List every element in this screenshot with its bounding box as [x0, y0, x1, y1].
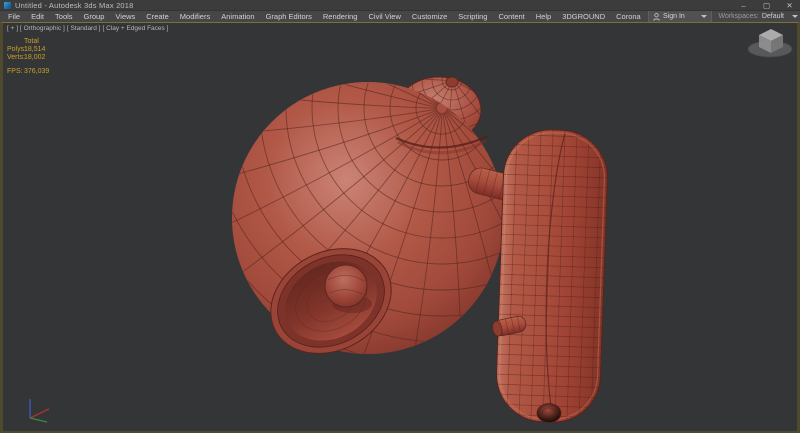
stats-fps-label: FPS:	[7, 68, 24, 76]
stats-verts-label: Verts:	[7, 54, 24, 62]
menu-tools[interactable]: Tools	[55, 12, 73, 21]
viewport-statistics: Total Polys: 18,514 Verts: 18,002 FPS: 3…	[7, 38, 49, 76]
viewport-menu-pov[interactable]: [ Orthographic ]	[20, 25, 65, 32]
menu-edit[interactable]: Edit	[31, 12, 44, 21]
stats-total-label: Total	[24, 38, 39, 46]
main-menus: File Edit Tools Group Views Create Modif…	[0, 12, 686, 21]
model-bottom-nub	[537, 404, 561, 423]
title-bar: Untitled - Autodesk 3ds Max 2018 – ▢ ✕	[0, 0, 800, 11]
menu-animation[interactable]: Animation	[221, 12, 254, 21]
viewcube[interactable]	[748, 29, 792, 57]
axis-x	[30, 409, 49, 418]
viewport[interactable]: [ + ] [ Orthographic ] [ Standard ] [ Cl…	[0, 22, 800, 433]
model-backplate	[491, 126, 613, 426]
menu-create[interactable]: Create	[146, 12, 169, 21]
viewport-menu-shading-mode[interactable]: [ Clay + Edged Faces ]	[102, 25, 168, 32]
viewport-label: [ + ] [ Orthographic ] [ Standard ] [ Cl…	[7, 25, 168, 32]
menu-help[interactable]: Help	[536, 12, 551, 21]
menu-rendering[interactable]: Rendering	[323, 12, 358, 21]
menu-scripting[interactable]: Scripting	[458, 12, 487, 21]
sign-in-label: Sign In	[663, 13, 698, 20]
menu-modifiers[interactable]: Modifiers	[180, 12, 210, 21]
model-socket-bump	[325, 265, 367, 307]
workspace-dropdown[interactable]: Default	[762, 13, 798, 20]
menu-3dground[interactable]: 3DGROUND	[562, 12, 605, 21]
minimize-button[interactable]: –	[739, 0, 748, 11]
stats-polys-label: Polys:	[7, 46, 24, 54]
axis-y	[30, 418, 47, 422]
app-icon	[4, 2, 11, 9]
sign-in-caret chevron-down-icon	[701, 15, 707, 18]
stats-fps-value: 376,039	[24, 68, 49, 76]
menu-customize[interactable]: Customize	[412, 12, 447, 21]
menu-views[interactable]: Views	[115, 12, 135, 21]
model-wall-lamp	[133, 23, 752, 426]
workspaces-label: Workspaces:	[718, 13, 758, 20]
workspaces-control: Workspaces: Default	[718, 11, 798, 22]
window-title: Untitled - Autodesk 3ds Max 2018	[15, 1, 134, 10]
viewport-menu-general[interactable]: [ + ]	[7, 25, 18, 32]
window-controls: – ▢ ✕	[739, 0, 794, 11]
stats-polys-value: 18,514	[24, 46, 45, 54]
menu-corona[interactable]: Corona	[616, 12, 641, 21]
viewport-canvas[interactable]	[3, 23, 797, 431]
app-window: Untitled - Autodesk 3ds Max 2018 – ▢ ✕ F…	[0, 0, 800, 433]
workspace-caret chevron-down-icon	[792, 15, 798, 18]
menu-group[interactable]: Group	[84, 12, 105, 21]
workspace-value: Default	[762, 13, 784, 20]
menu-graph-editors[interactable]: Graph Editors	[266, 12, 312, 21]
sign-in-button[interactable]: Sign In	[648, 11, 712, 22]
close-button[interactable]: ✕	[785, 0, 794, 11]
menu-civil-view[interactable]: Civil View	[368, 12, 400, 21]
maximize-button[interactable]: ▢	[762, 0, 771, 11]
menu-content[interactable]: Content	[498, 12, 524, 21]
viewport-menu-shading-standard[interactable]: [ Standard ]	[67, 25, 101, 32]
world-axis-tripod	[30, 399, 49, 422]
menu-file[interactable]: File	[8, 12, 20, 21]
stats-verts-value: 18,002	[24, 54, 45, 62]
menu-bar: File Edit Tools Group Views Create Modif…	[0, 11, 800, 22]
user-icon	[653, 13, 660, 21]
